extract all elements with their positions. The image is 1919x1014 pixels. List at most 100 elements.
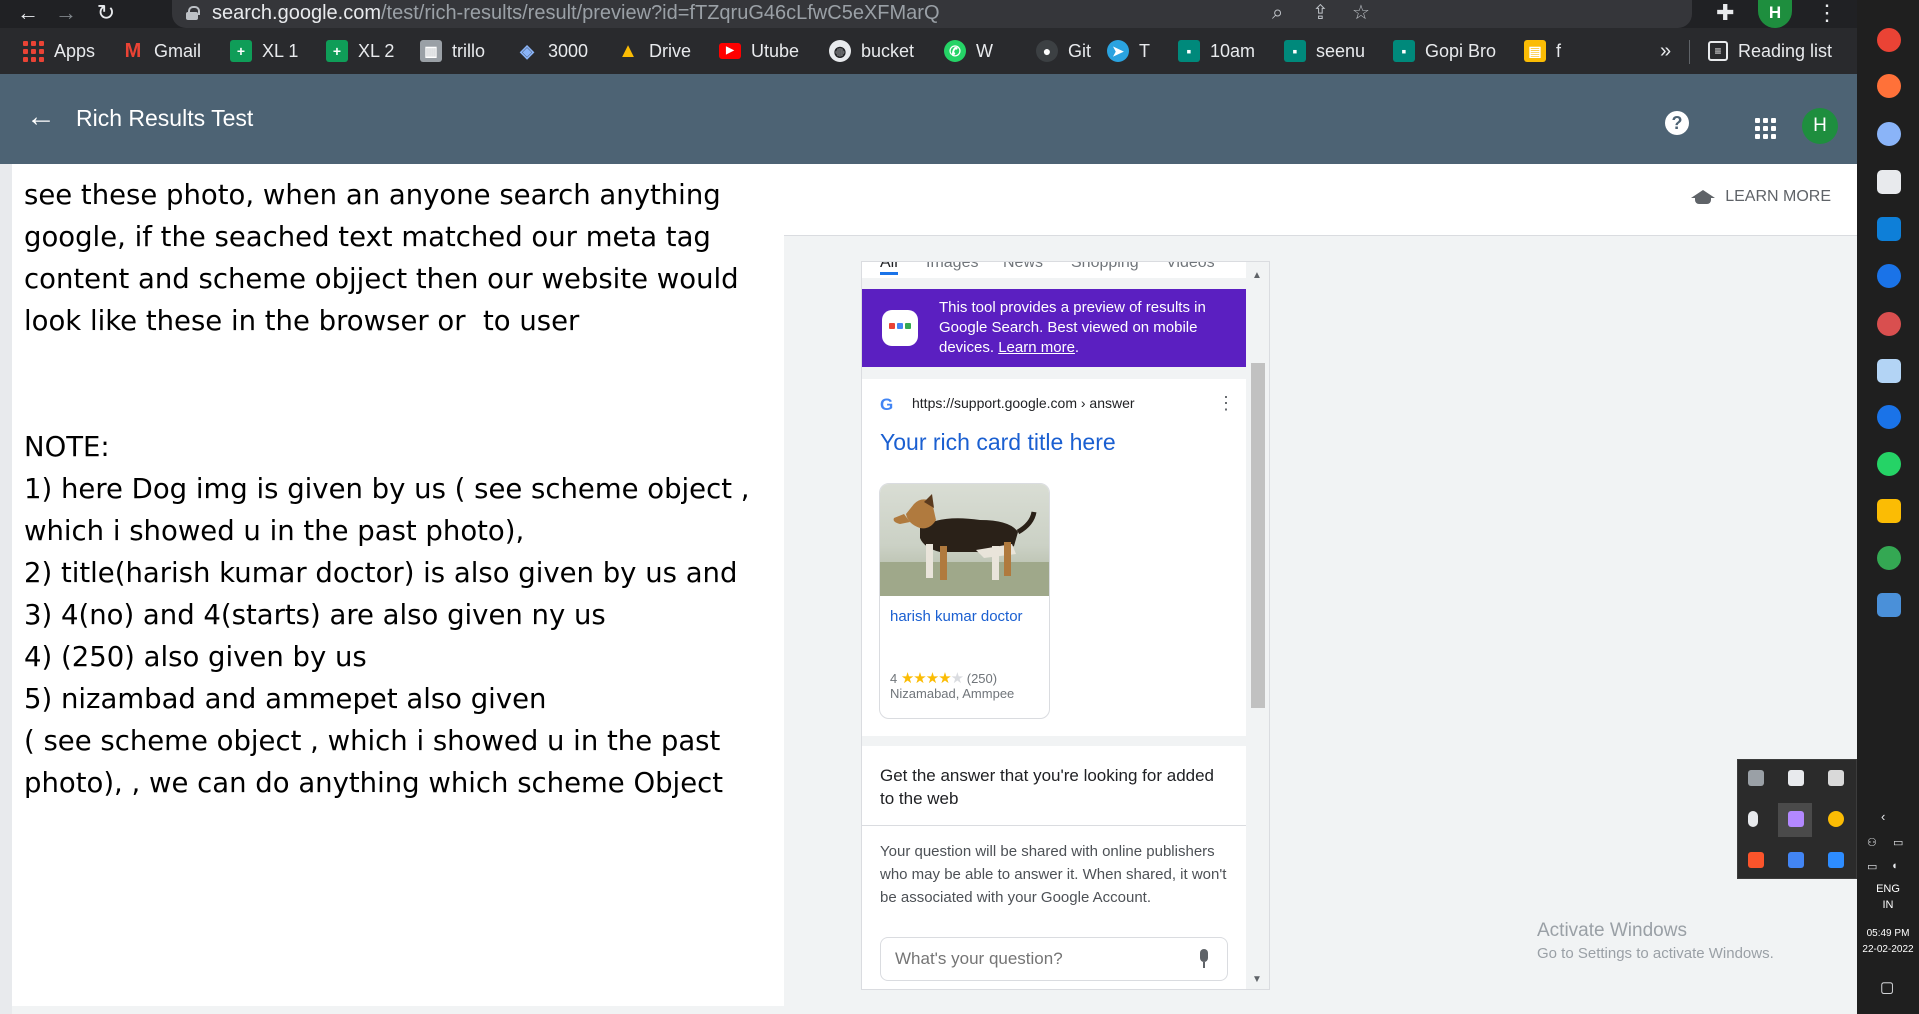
clock-time[interactable]: 05:49 PM [1857,927,1919,941]
activate-subtitle: Go to Settings to activate Windows. [1537,945,1774,962]
bookmark-gmail[interactable]: M Gmail [122,38,201,64]
bookmark-t[interactable]: ➤ T [1107,38,1150,64]
activate-windows-watermark: Activate Windows Go to Settings to activ… [1537,920,1774,962]
sheets-icon: + [230,40,252,62]
share-icon[interactable]: ⇪ [1312,0,1329,26]
tab-news[interactable]: News [1003,262,1043,272]
bookmark-bucket[interactable]: ◍ bucket [829,38,914,64]
forward-icon[interactable]: → [46,0,86,28]
bookmark-w[interactable]: ✆ W [944,38,993,64]
file-explorer-taskbar-icon[interactable] [1877,499,1901,523]
vscode-taskbar-icon[interactable] [1877,217,1901,241]
tab-all[interactable]: All [880,262,898,275]
zoom-icon[interactable]: ⌕ [1272,0,1283,26]
rich-card[interactable]: harish kumar doctor 4 ★★★★★ (250) Nizama… [879,483,1050,719]
notepad-taskbar-icon[interactable] [1877,359,1901,383]
firefox-taskbar-icon[interactable] [1877,74,1901,98]
bookmark-xl2[interactable]: + XL 2 [326,38,394,64]
bookmark-label: W [976,40,993,61]
pen-tray-icon[interactable] [1788,811,1804,827]
bookmark-apps[interactable]: Apps [22,38,95,64]
preview-scrollbar[interactable]: ▲ ▼ [1246,262,1269,989]
rating-row: 4 ★★★★★ (250) [890,669,997,687]
bookmark-gopi-bro[interactable]: ▪ Gopi Bro [1393,38,1496,64]
bookmark-trillo[interactable]: ▥ trillo [420,38,485,64]
question-input[interactable] [880,937,1228,981]
bookmark-utube[interactable]: ▶ Utube [719,38,799,64]
scrollbar-thumb[interactable] [1251,363,1265,708]
bookmark-seenu[interactable]: ▪ seenu [1284,38,1365,64]
app-taskbar-icon[interactable] [1877,170,1901,194]
scroll-up-icon[interactable]: ▲ [1252,270,1262,281]
bookmark-label: 3000 [548,40,589,61]
drive-tray-icon[interactable] [1788,852,1804,868]
tab-shopping[interactable]: Shopping [1071,262,1139,272]
chrome-taskbar-icon-2[interactable] [1877,312,1901,336]
more-options-icon[interactable]: ⋮ [1217,393,1235,414]
safari-taskbar-icon[interactable] [1877,405,1901,429]
usb-tray-icon[interactable] [1788,770,1804,786]
tab-videos[interactable]: Videos [1166,262,1215,272]
bookmark-f[interactable]: ▤ f [1524,38,1561,64]
menu-kebab-icon[interactable]: ⋮ [1816,0,1838,26]
divider [1689,40,1690,64]
network-tray-icon[interactable] [1748,770,1764,786]
language-indicator[interactable]: ENG [1857,882,1919,896]
chrome-taskbar-icon[interactable] [1877,28,1901,52]
reading-list-button[interactable]: ≡ Reading list [1708,38,1832,64]
app-tray-icon[interactable] [1828,852,1844,868]
preview-scroll-area[interactable]: All Images News Shopping Videos This too… [862,262,1246,989]
review-count: (250) [966,671,998,686]
bookmark-xl1[interactable]: + XL 1 [230,38,298,64]
clock-date[interactable]: 22-02-2022 [1857,943,1919,957]
mic-icon[interactable] [1199,949,1209,968]
bookmark-label: T [1139,40,1150,61]
learn-more-link[interactable]: Learn more [998,339,1075,356]
scroll-down-icon[interactable]: ▼ [1252,974,1262,985]
display-icon[interactable]: ▭ [1867,860,1877,873]
chrome-profile-taskbar-icon[interactable] [1877,122,1901,146]
bookmarks-overflow-button[interactable]: » [1660,38,1671,64]
bookmark-label: Apps [54,40,96,61]
network-icon[interactable]: ⚇ [1867,836,1877,849]
rich-card-title[interactable]: harish kumar doctor [890,608,1023,625]
address-bar[interactable]: search.google.com/test/rich-results/resu… [172,0,1692,28]
reload-icon[interactable]: ↻ [86,0,126,28]
url-text[interactable]: search.google.com/test/rich-results/resu… [212,2,940,25]
gmail-icon: M [124,40,142,62]
photos-taskbar-icon[interactable] [1877,593,1901,617]
tab-images[interactable]: Images [926,262,978,272]
bookmark-10am[interactable]: ▪ 10am [1178,38,1255,64]
security-tray-icon[interactable] [1828,770,1844,786]
brave-tray-icon[interactable] [1748,852,1764,868]
chrome-tray-icon[interactable] [1828,811,1844,827]
back-icon[interactable]: ← [8,0,48,28]
back-arrow-icon[interactable]: ← [26,100,56,134]
whatsapp-taskbar-icon[interactable] [1877,452,1901,476]
youtube-icon: ▶ [719,43,741,59]
result-url[interactable]: https://support.google.com › answer [912,395,1135,411]
bookmark-3000[interactable]: ◈ 3000 [516,38,588,64]
bookmark-drive[interactable]: ▲ Drive [617,38,691,64]
chevron-left-icon[interactable]: ‹ [1881,809,1885,824]
volume-icon[interactable]: ◖ [1891,860,1898,872]
bookmark-star-icon[interactable]: ☆ [1352,0,1370,26]
help-icon[interactable]: ? [1665,111,1689,135]
apps-launcher-icon[interactable] [1755,118,1776,139]
result-title[interactable]: Your rich card title here [880,429,1116,456]
battery-icon[interactable]: ▭ [1893,836,1903,849]
bookmark-git[interactable]: ● Git [1036,38,1091,64]
mic-tray-icon[interactable] [1748,811,1758,827]
profile-avatar[interactable]: H [1758,0,1792,28]
search-tabs: All Images News Shopping Videos [862,262,1246,278]
extensions-icon[interactable]: ✚ [1716,0,1734,26]
notification-icon[interactable]: ▢ [1880,978,1894,996]
globe-icon: ◍ [829,40,851,62]
bookmark-label: bucket [861,40,915,61]
account-avatar[interactable]: H [1802,108,1838,144]
bookmark-label: Gmail [154,40,202,61]
learn-more-button[interactable]: LEARN MORE [1691,188,1831,206]
region-indicator[interactable]: IN [1857,898,1919,912]
maps-taskbar-icon[interactable] [1877,264,1901,288]
chrome-taskbar-icon-3[interactable] [1877,546,1901,570]
